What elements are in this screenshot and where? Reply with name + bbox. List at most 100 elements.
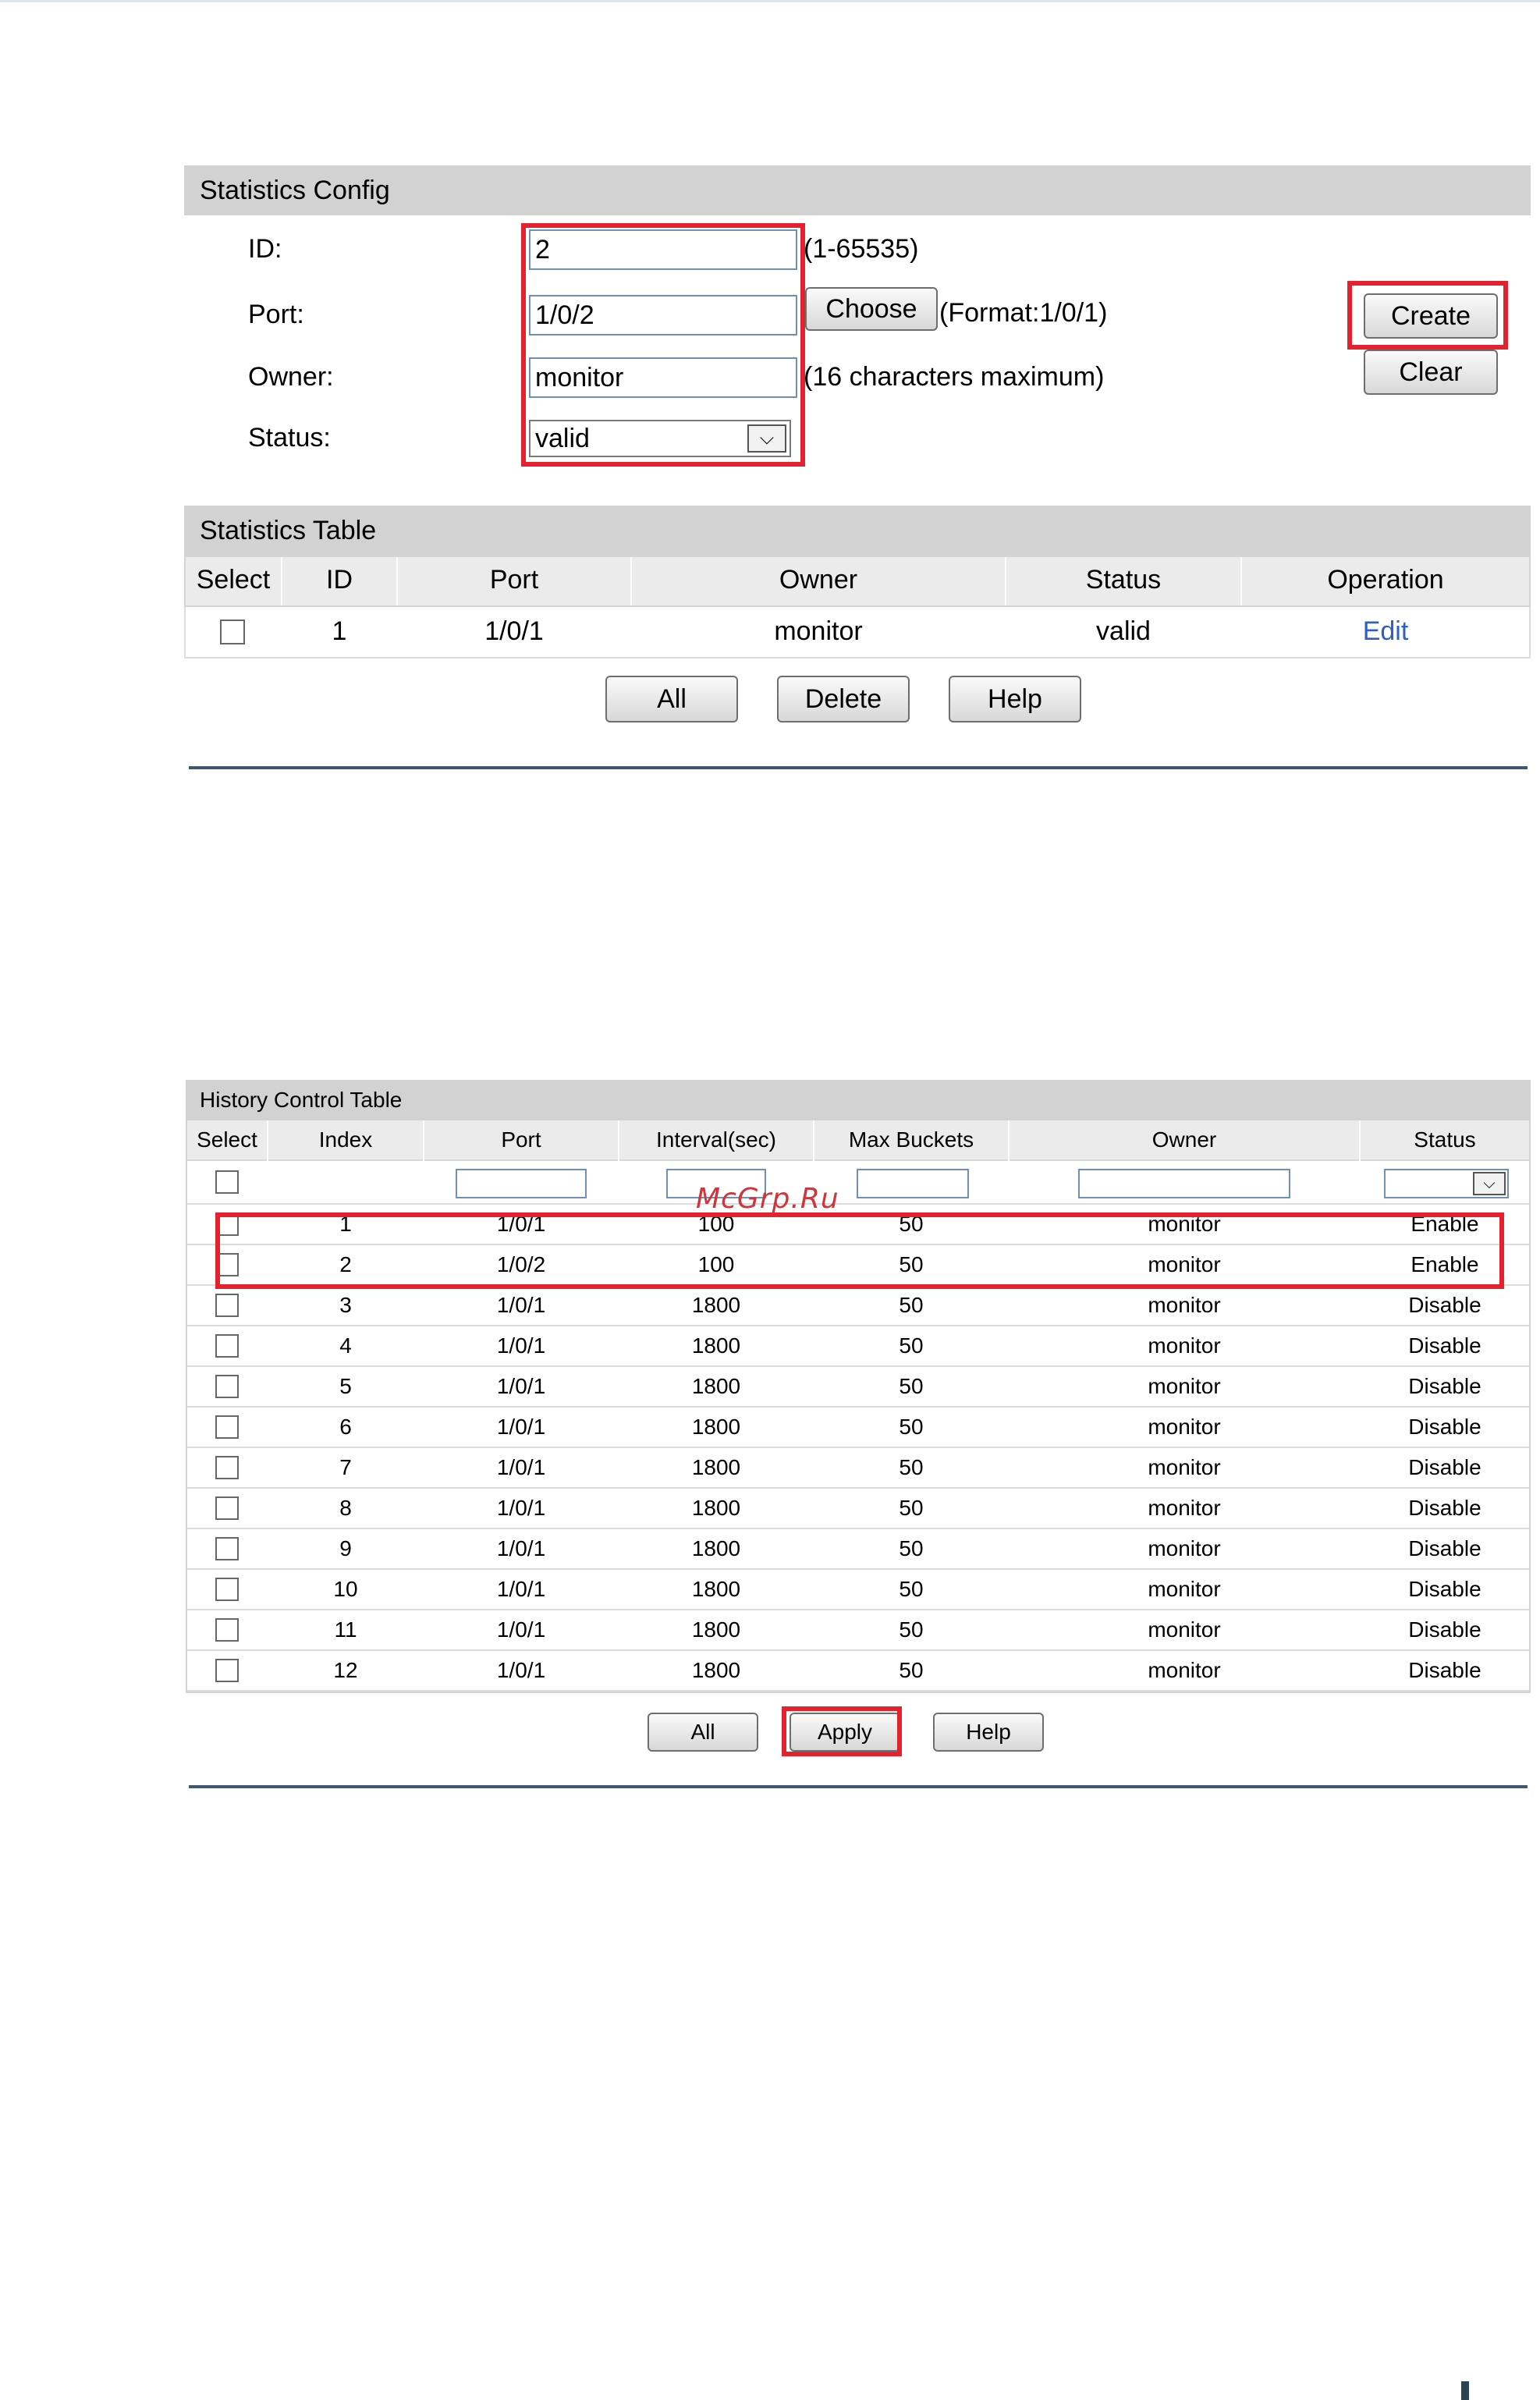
row-owner: monitor <box>1148 1333 1221 1358</box>
row-max-buckets: 50 <box>899 1415 924 1439</box>
help-button[interactable]: Help <box>949 676 1081 722</box>
row-status: Disable <box>1408 1455 1481 1479</box>
page-corner-mark <box>1461 2381 1469 2400</box>
row-select-checkbox[interactable] <box>215 1659 239 1682</box>
row-max-buckets: 50 <box>899 1293 924 1317</box>
col-owner: Owner <box>779 565 858 595</box>
row-interval: 1800 <box>691 1536 741 1560</box>
row-index: 3 <box>339 1293 352 1317</box>
watermark: McGrp.Ru <box>696 1183 839 1215</box>
table-row: 6 1/0/1 1800 50 monitor Disable <box>187 1408 1529 1448</box>
row-port: 1/0/1 <box>496 1496 546 1520</box>
row-select-checkbox[interactable] <box>215 1334 239 1358</box>
row-select-checkbox[interactable] <box>220 620 245 644</box>
row-status: valid <box>1096 616 1151 646</box>
row-owner: monitor <box>1148 1536 1221 1560</box>
col-interval: Interval(sec) <box>655 1127 777 1152</box>
edit-link[interactable]: Edit <box>1242 616 1529 647</box>
row-status: Disable <box>1408 1333 1481 1358</box>
statistics-table-header: Statistics Table <box>184 506 1531 556</box>
delete-button[interactable]: Delete <box>777 676 910 722</box>
row-port: 1/0/1 <box>496 1658 546 1682</box>
history-column-header: Select Index Port Interval(sec) Max Buck… <box>187 1120 1529 1161</box>
row-select-checkbox[interactable] <box>215 1456 239 1479</box>
highlight-enabled-rows <box>215 1212 1504 1289</box>
row-select-checkbox[interactable] <box>215 1578 239 1601</box>
row-status: Disable <box>1408 1617 1481 1642</box>
col-select: Select <box>196 565 271 595</box>
row-max-buckets: 50 <box>899 1617 924 1642</box>
owner-label: Owner: <box>248 362 334 392</box>
row-interval: 1800 <box>691 1293 741 1317</box>
filter-status-select[interactable]: ⌵ <box>1384 1169 1509 1198</box>
row-index: 7 <box>339 1455 352 1479</box>
row-interval: 1800 <box>691 1374 741 1398</box>
table-row: 10 1/0/1 1800 50 monitor Disable <box>187 1570 1529 1610</box>
table-row: 12 1/0/1 1800 50 monitor Disable <box>187 1651 1529 1692</box>
chevron-down-icon: ⌵ <box>1473 1172 1506 1195</box>
filter-owner-input[interactable] <box>1078 1169 1290 1198</box>
row-select-checkbox[interactable] <box>215 1375 239 1398</box>
row-index: 9 <box>339 1536 352 1560</box>
table-row: 8 1/0/1 1800 50 monitor Disable <box>187 1489 1529 1529</box>
row-max-buckets: 50 <box>899 1496 924 1520</box>
page-top-rule <box>0 0 1540 2</box>
row-select-checkbox[interactable] <box>215 1415 239 1439</box>
history-help-button[interactable]: Help <box>933 1713 1044 1752</box>
table-row: 11 1/0/1 1800 50 monitor Disable <box>187 1610 1529 1651</box>
all-button[interactable]: All <box>605 676 738 722</box>
row-interval: 1800 <box>691 1617 741 1642</box>
table-row: 4 1/0/1 1800 50 monitor Disable <box>187 1326 1529 1367</box>
row-port: 1/0/1 <box>496 1617 546 1642</box>
col-status: Status <box>1414 1127 1476 1152</box>
statistics-config-header: Statistics Config <box>184 165 1531 215</box>
filter-port-input[interactable] <box>456 1169 587 1198</box>
row-status: Disable <box>1408 1658 1481 1682</box>
clear-button[interactable]: Clear <box>1364 350 1498 395</box>
row-interval: 1800 <box>691 1658 741 1682</box>
select-all-checkbox[interactable] <box>215 1170 239 1194</box>
row-port: 1/0/1 <box>496 1374 546 1398</box>
highlight-create-button <box>1347 281 1508 350</box>
port-format-hint: (Format:1/0/1) <box>939 298 1108 328</box>
row-port: 1/0/1 <box>496 1293 546 1317</box>
row-select-checkbox[interactable] <box>215 1618 239 1642</box>
row-owner: monitor <box>1148 1415 1221 1439</box>
col-port: Port <box>489 565 539 595</box>
row-owner: monitor <box>774 616 863 646</box>
row-owner: monitor <box>1148 1658 1221 1682</box>
history-all-button[interactable]: All <box>648 1713 758 1752</box>
filter-buckets-input[interactable] <box>857 1169 969 1198</box>
col-id: ID <box>326 565 353 595</box>
table-row: 9 1/0/1 1800 50 monitor Disable <box>187 1529 1529 1570</box>
row-index: 12 <box>333 1658 358 1682</box>
row-max-buckets: 50 <box>899 1333 924 1358</box>
col-status: Status <box>1085 565 1162 595</box>
table-row: 7 1/0/1 1800 50 monitor Disable <box>187 1448 1529 1489</box>
choose-button[interactable]: Choose <box>805 287 938 331</box>
row-status: Disable <box>1408 1496 1481 1520</box>
row-max-buckets: 50 <box>899 1455 924 1479</box>
row-select-checkbox[interactable] <box>215 1537 239 1560</box>
row-max-buckets: 50 <box>899 1374 924 1398</box>
row-status: Disable <box>1408 1374 1481 1398</box>
row-owner: monitor <box>1148 1496 1221 1520</box>
row-index: 8 <box>339 1496 352 1520</box>
row-max-buckets: 50 <box>899 1536 924 1560</box>
row-owner: monitor <box>1148 1455 1221 1479</box>
table-row: 3 1/0/1 1800 50 monitor Disable <box>187 1286 1529 1326</box>
section-divider <box>189 1785 1528 1788</box>
row-interval: 1800 <box>691 1415 741 1439</box>
id-hint: (1-65535) <box>804 234 919 264</box>
row-owner: monitor <box>1148 1293 1221 1317</box>
col-index: Index <box>318 1127 373 1152</box>
col-owner: Owner <box>1151 1127 1217 1152</box>
row-owner: monitor <box>1148 1374 1221 1398</box>
row-index: 10 <box>333 1577 358 1601</box>
row-interval: 1800 <box>691 1496 741 1520</box>
row-max-buckets: 50 <box>899 1658 924 1682</box>
row-owner: monitor <box>1148 1577 1221 1601</box>
row-select-checkbox[interactable] <box>215 1294 239 1317</box>
row-status: Disable <box>1408 1536 1481 1560</box>
row-select-checkbox[interactable] <box>215 1496 239 1520</box>
